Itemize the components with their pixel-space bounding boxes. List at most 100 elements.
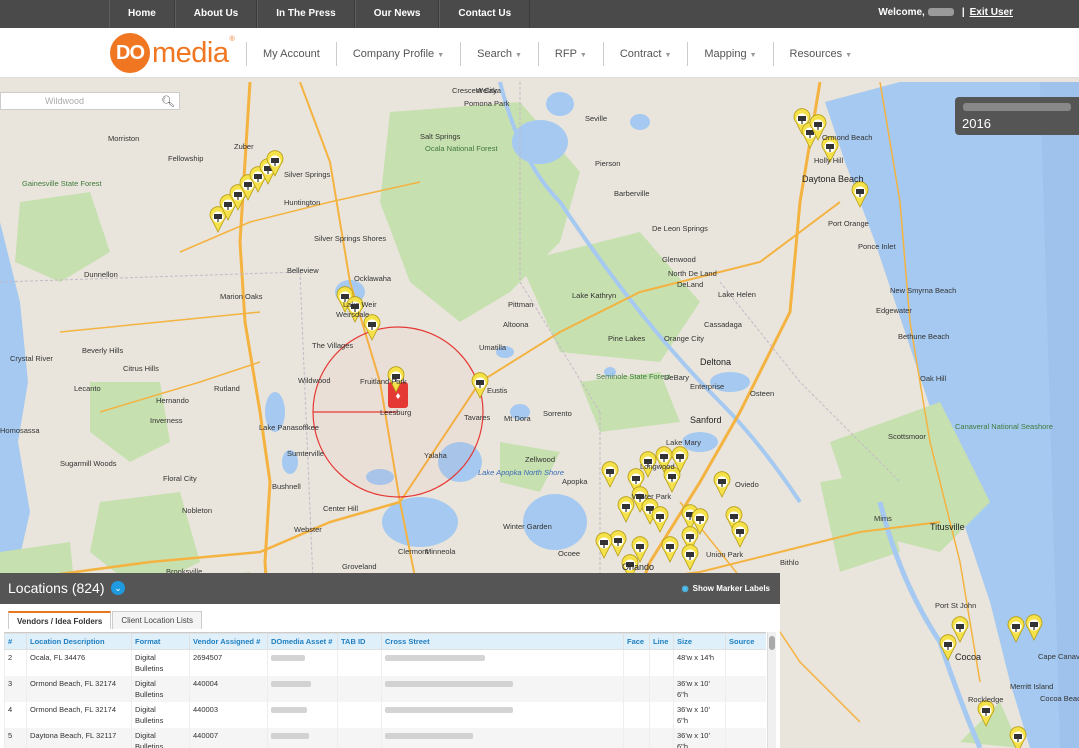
cell-vendor-assigned: 2694507 <box>189 649 268 676</box>
domedia-logo[interactable]: DO media ® <box>110 33 235 73</box>
nav-about-link[interactable]: About Us <box>174 0 258 28</box>
map-place-label: Osteen <box>750 389 775 398</box>
map-place-label: Titusville <box>930 522 965 532</box>
mainnav-item-label: My Account <box>263 48 320 60</box>
map-place-label: Pierson <box>595 159 621 168</box>
map-place-label: Pittman <box>508 300 534 309</box>
map-place-label: DeLand <box>677 280 704 289</box>
event-info-box[interactable]: 2016 <box>955 97 1079 135</box>
mainnav-item-label: Search <box>477 48 512 60</box>
column-header[interactable]: Vendor Assigned # <box>189 633 268 650</box>
map-place-label: Port St John <box>935 601 977 610</box>
map-search-placeholder: Wildwood <box>45 96 85 106</box>
chevron-down-icon[interactable]: ⌄ <box>111 581 125 595</box>
eye-icon: ◉ <box>681 584 689 593</box>
mainnav-item-mapping[interactable]: Mapping ▼ <box>687 42 772 66</box>
mainnav-item-resources[interactable]: Resources ▼ <box>772 42 869 66</box>
column-header[interactable]: Face <box>623 633 650 650</box>
cell-source <box>725 649 766 676</box>
map-place-label: North De Land <box>668 269 717 278</box>
map-place-label: Beverly Hills <box>82 346 124 355</box>
mainnav-item-label: Mapping <box>704 48 747 60</box>
column-header[interactable]: Location Description <box>26 633 132 650</box>
map-place-label: Bethune Beach <box>898 332 950 341</box>
map-place-label: Pine Lakes <box>608 334 646 343</box>
redacted-text <box>271 707 307 714</box>
map-place-label: Zellwood <box>525 455 556 464</box>
map-place-label: Mt Dora <box>504 414 531 423</box>
mainnav-item-label: RFP <box>554 48 577 60</box>
mainnav-item-label: Company Profile <box>352 48 435 60</box>
redacted-text <box>385 655 485 662</box>
column-header[interactable]: Format <box>131 633 190 650</box>
map-place-label: Groveland <box>342 562 377 571</box>
map-place-label: Crystal River <box>10 354 53 363</box>
cell-source <box>725 702 766 728</box>
welcome-area: Welcome, | Exit User <box>878 7 1013 18</box>
map-place-label: Glenwood <box>662 255 696 264</box>
search-icon[interactable]: 🔍︎ <box>161 95 175 108</box>
cell-line <box>649 649 674 676</box>
mainnav-item-search[interactable]: Search ▼ <box>460 42 538 66</box>
map-place-label: Leesburg <box>380 408 412 417</box>
table-row[interactable]: 2 Ocala, FL 34476 Digital Bulletins 2694507… <box>4 649 766 676</box>
map-place-label: Lake Weir <box>343 300 377 309</box>
tab-client-location-lists[interactable]: Client Location Lists <box>112 611 202 629</box>
scrollbar-thumb[interactable] <box>769 636 775 650</box>
nav-news-link[interactable]: Our News <box>354 0 440 28</box>
mainnav-item-contract[interactable]: Contract ▼ <box>602 42 688 66</box>
table-row[interactable]: 3 Ormond Beach, FL 32174 Digital Bulletins… <box>4 676 766 702</box>
map-place-label: Orange City <box>664 334 705 343</box>
map-search-input[interactable]: Wildwood 🔍︎ <box>0 92 180 110</box>
mainnav-item-company-profile[interactable]: Company Profile ▼ <box>335 42 460 66</box>
main-nav: My Account Company Profile ▼ Search ▼ RFP ▼ Con… <box>246 42 868 66</box>
cell-domedia-asset <box>267 702 338 728</box>
nav-contact-link[interactable]: Contact Us <box>439 0 531 28</box>
exit-user-link[interactable]: Exit User <box>970 7 1013 18</box>
map-place-label: Oak Hill <box>920 374 947 383</box>
column-header[interactable]: Size <box>673 633 726 650</box>
table-scrollbar[interactable] <box>767 632 776 748</box>
column-header[interactable]: Cross Street <box>381 633 624 650</box>
top-nav-bar: Home About Us In The Press Our News Cont… <box>0 0 1079 28</box>
map-place-label: Port Orange <box>828 219 869 228</box>
locations-table-wrap: # Location Description Format Vendor Assign… <box>4 632 766 748</box>
map-place-label: Inverness <box>150 416 183 425</box>
column-header[interactable]: TAB ID <box>337 633 382 650</box>
show-marker-labels-toggle[interactable]: ◉ Show Marker Labels <box>682 584 770 593</box>
mainnav-item-my-account[interactable]: My Account <box>246 42 336 66</box>
caret-down-icon: ▼ <box>579 52 587 59</box>
nav-press-link[interactable]: In The Press <box>257 0 355 28</box>
cell-tab-id <box>337 728 382 748</box>
map-place-label: Umatilla <box>479 343 507 352</box>
cell-cross-street <box>381 649 624 676</box>
table-row[interactable]: 5 Daytona Beach, FL 32117 Digital Bulletin… <box>4 728 766 748</box>
map-place-label: Lecanto <box>74 384 101 393</box>
column-header[interactable]: Line <box>649 633 674 650</box>
column-header[interactable]: # <box>4 633 27 650</box>
cell-domedia-asset <box>267 676 338 702</box>
event-year: 2016 <box>962 116 991 131</box>
map-place-label: Marion Oaks <box>220 292 263 301</box>
mainnav-item-rfp[interactable]: RFP ▼ <box>537 42 603 66</box>
nav-home-link[interactable]: Home <box>109 0 175 28</box>
table-row[interactable]: 4 Ormond Beach, FL 32174 Digital Bulletins… <box>4 702 766 728</box>
map-place-label: De Leon Springs <box>652 224 708 233</box>
cell-size: 36'w x 10' 6"h <box>673 676 726 702</box>
map-place-label: Holly Hill <box>814 156 844 165</box>
caret-down-icon: ▼ <box>845 52 853 59</box>
map-place-label: Zuber <box>234 142 254 151</box>
map-place-label: Ormond Beach <box>822 133 873 142</box>
map-place-label: Salt Springs <box>420 132 461 141</box>
tab-vendors-idea-folders[interactable]: Vendors / Idea Folders <box>8 611 112 629</box>
map-place-label: Homosassa <box>0 426 40 435</box>
map-place-label: Clermont <box>398 547 429 556</box>
map-place-label: Barberville <box>614 189 650 198</box>
logo-reg: ® <box>229 35 235 43</box>
map-place-label: Belleview <box>287 266 319 275</box>
cell-row-number: 5 <box>4 728 27 748</box>
column-header[interactable]: Source <box>725 633 766 650</box>
column-header[interactable]: DOmedia Asset # <box>267 633 338 650</box>
locations-title: Locations (824) <box>8 580 105 596</box>
cell-source <box>725 728 766 748</box>
